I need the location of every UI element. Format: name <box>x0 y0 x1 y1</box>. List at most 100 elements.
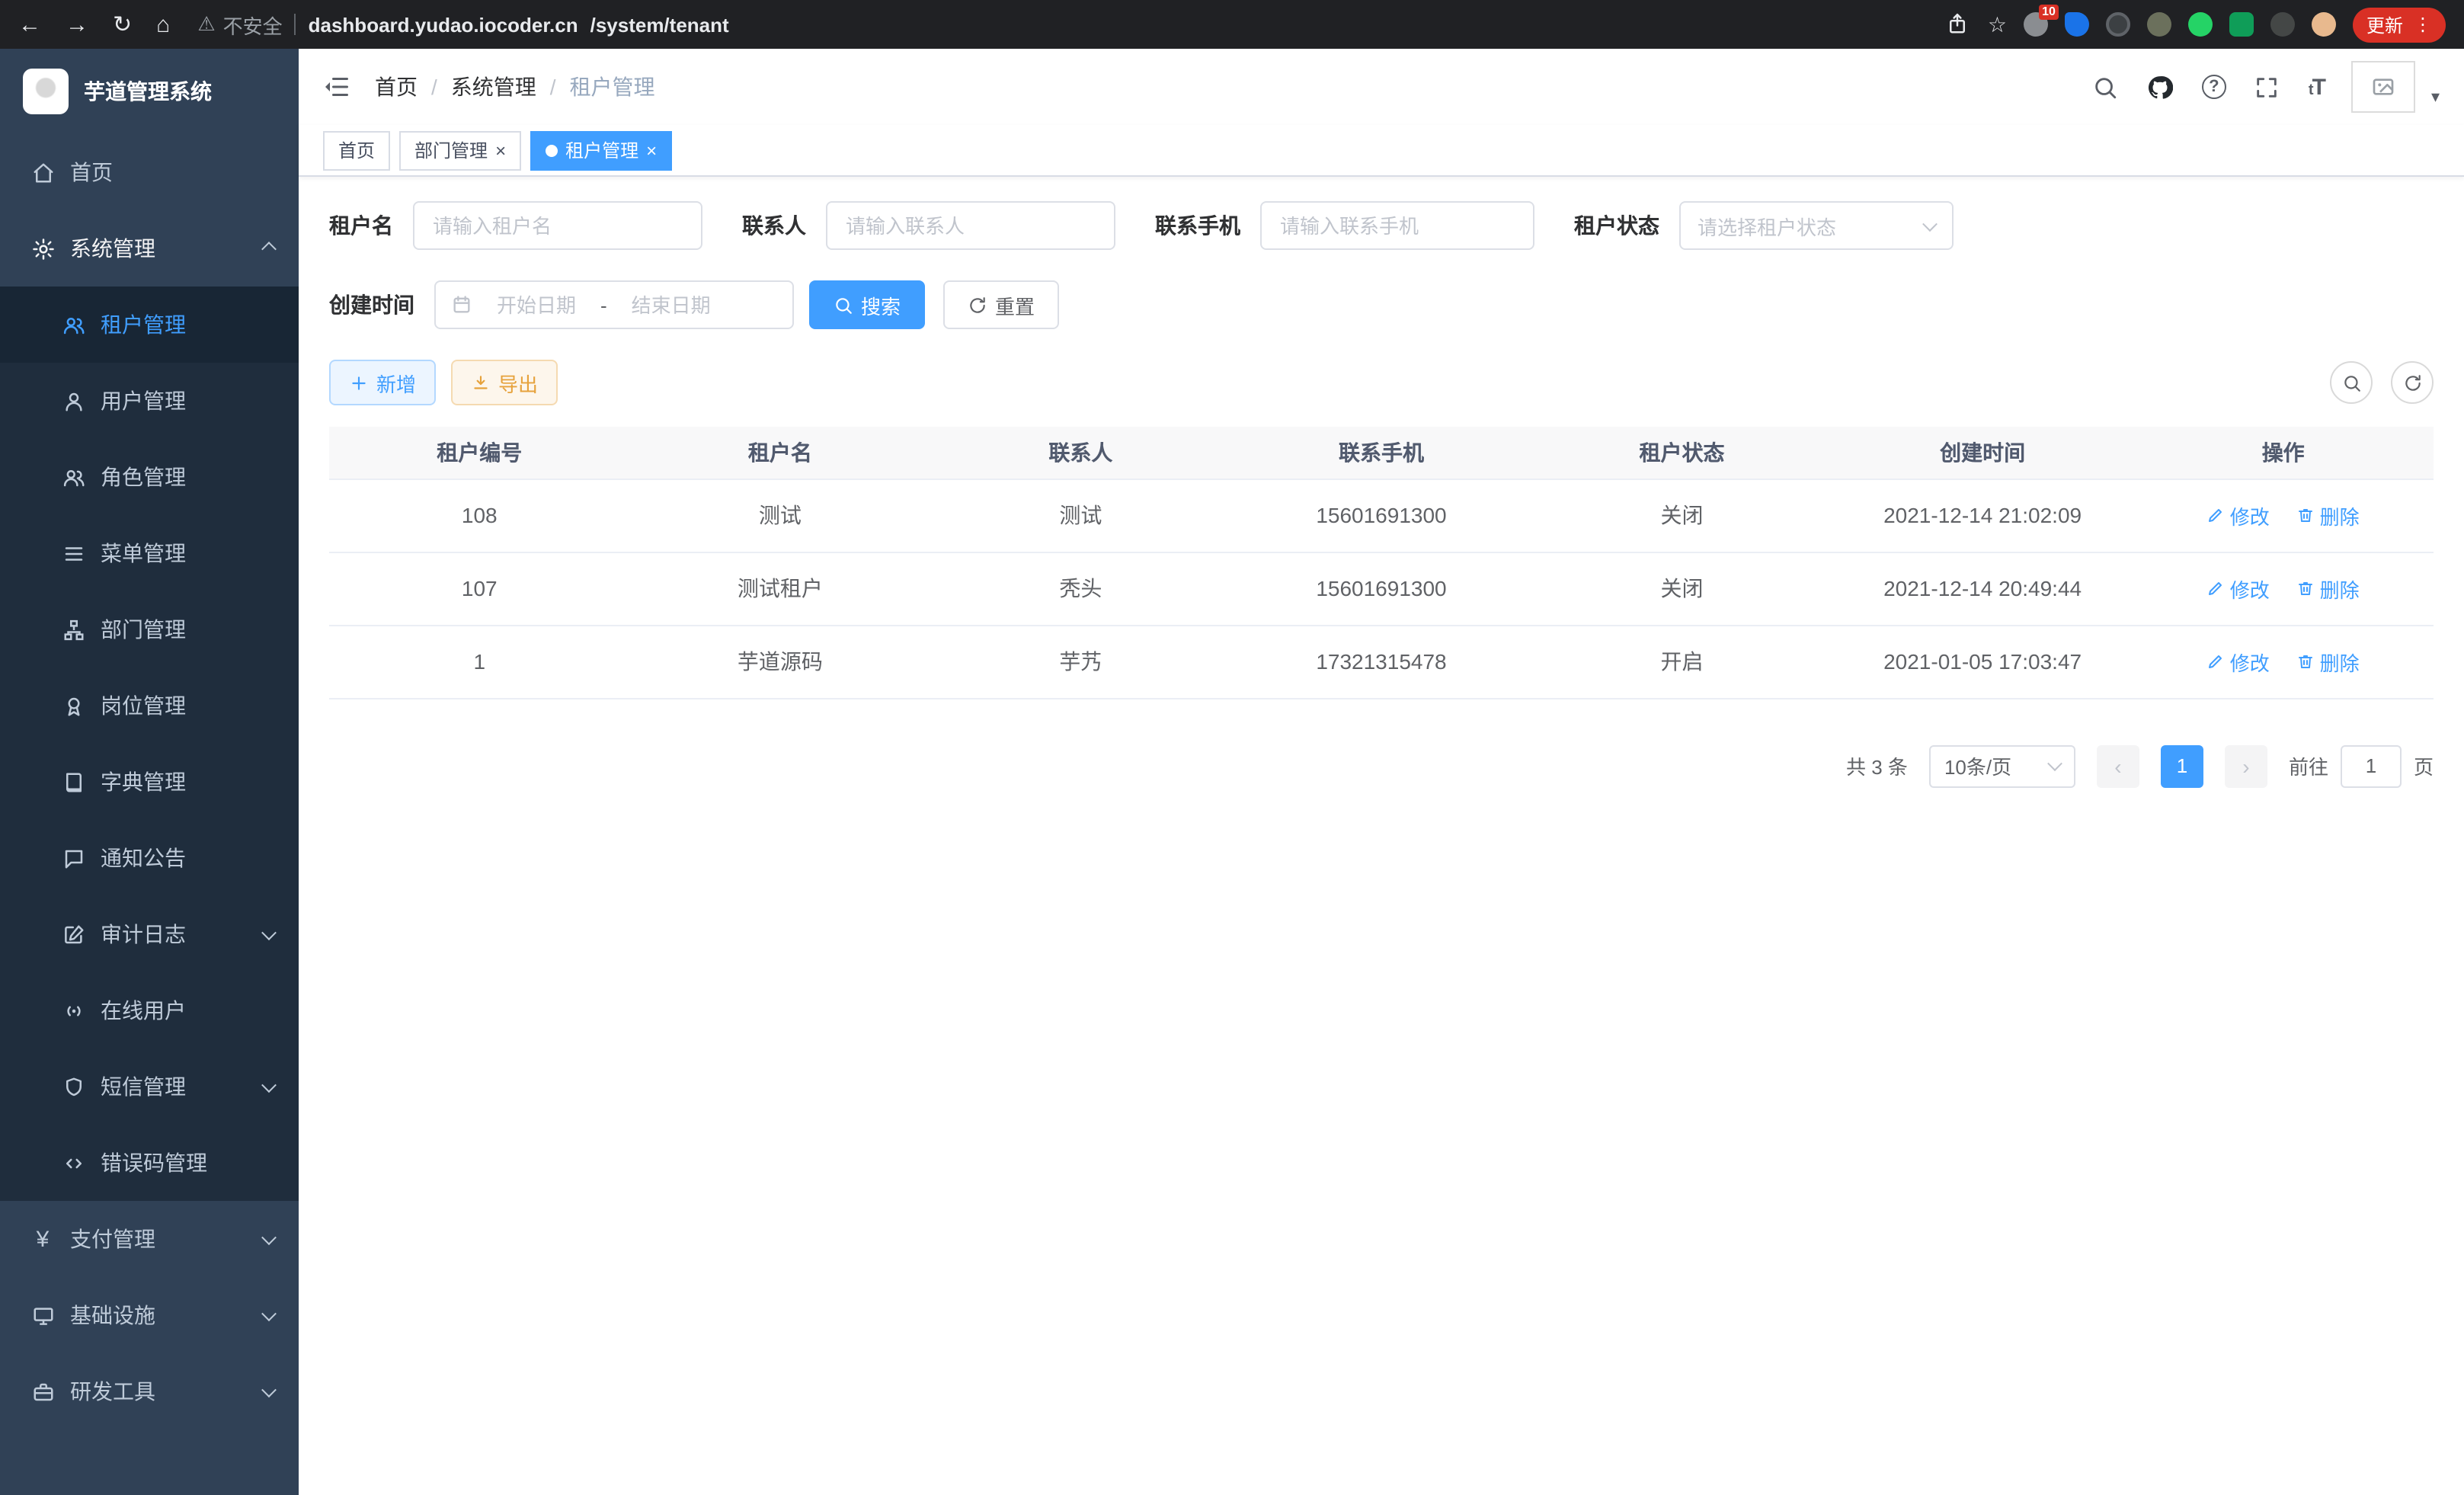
sidebar-item-system[interactable]: 系统管理 <box>0 210 299 287</box>
sidebar-item-audit-log[interactable]: 审计日志 <box>0 896 299 972</box>
goto-page-input[interactable] <box>2341 744 2402 787</box>
add-button[interactable]: 新增 <box>329 360 436 405</box>
extension-icon-3[interactable] <box>2106 12 2130 37</box>
security-label[interactable]: 不安全 <box>223 10 283 39</box>
sidebar-item-dict[interactable]: 字典管理 <box>0 744 299 820</box>
sidebar-item-error-code[interactable]: 错误码管理 <box>0 1125 299 1201</box>
browser-reload-icon[interactable]: ↻ <box>113 11 132 38</box>
share-icon[interactable] <box>1947 12 1971 37</box>
bookmark-star-icon[interactable]: ☆ <box>1988 11 2007 37</box>
book-icon <box>61 770 85 794</box>
sidebar-item-post[interactable]: 岗位管理 <box>0 667 299 744</box>
tags-view-bar: 首页 部门管理 × 租户管理 × <box>299 125 2464 177</box>
table-row: 1 芋道源码 芋艿 17321315478 开启 2021-01-05 17:0… <box>329 625 2434 698</box>
chevron-down-icon <box>261 1381 277 1397</box>
phone-input[interactable] <box>1260 201 1534 250</box>
sidebar-item-payment[interactable]: ¥ 支付管理 <box>0 1201 299 1277</box>
extension-icon-8[interactable] <box>2312 12 2336 37</box>
browser-update-button[interactable]: 更新 ⋮ <box>2353 7 2446 42</box>
contact-input[interactable] <box>826 201 1115 250</box>
delete-link[interactable]: 删除 <box>2297 501 2360 530</box>
status-select[interactable]: 请选择租户状态 <box>1679 201 1954 250</box>
sidebar-item-role[interactable]: 角色管理 <box>0 439 299 515</box>
search-icon <box>2341 373 2361 392</box>
breadcrumb-system[interactable]: 系统管理 <box>451 72 536 102</box>
sidebar-item-menu[interactable]: 菜单管理 <box>0 515 299 591</box>
sidebar: 芋道管理系统 首页 系统管理 租户管理 用户管理 <box>0 49 299 1495</box>
breadcrumb: 首页 / 系统管理 / 租户管理 <box>375 72 655 102</box>
browser-back-icon[interactable]: ← <box>18 11 41 37</box>
help-icon[interactable]: ? <box>2202 75 2226 99</box>
browser-menu-dots-icon[interactable]: ⋮ <box>2414 14 2432 35</box>
sidebar-item-user[interactable]: 用户管理 <box>0 363 299 439</box>
page-size-select[interactable]: 10条/页 <box>1929 744 2075 787</box>
page-number-1[interactable]: 1 <box>2161 744 2203 787</box>
tenant-name-label: 租户名 <box>329 210 393 241</box>
github-icon[interactable] <box>2147 73 2174 101</box>
sidebar-item-home[interactable]: 首页 <box>0 134 299 210</box>
tab-tenant[interactable]: 租户管理 × <box>530 130 672 170</box>
date-range-picker[interactable]: - <box>434 280 794 329</box>
extension-icon-4[interactable] <box>2147 12 2171 37</box>
reset-button[interactable]: 重置 <box>943 280 1059 329</box>
avatar[interactable] <box>2352 61 2416 113</box>
extension-badge: 10 <box>2039 5 2059 20</box>
sidebar-fold-icon[interactable] <box>323 73 350 101</box>
sidebar-item-infrastructure[interactable]: 基础设施 <box>0 1277 299 1353</box>
sidebar-item-dev-tools[interactable]: 研发工具 <box>0 1353 299 1429</box>
browser-chrome: ← → ↻ ⌂ ⚠ 不安全 dashboard.yudao.iocoder.cn… <box>0 0 2464 49</box>
sidebar-item-tenant[interactable]: 租户管理 <box>0 287 299 363</box>
refresh-table-button[interactable] <box>2391 361 2434 404</box>
extension-icon-6[interactable] <box>2229 12 2254 37</box>
download-icon <box>471 373 491 392</box>
message-icon <box>61 846 85 870</box>
menu-list-icon <box>61 541 85 565</box>
browser-home-icon[interactable]: ⌂ <box>156 11 170 37</box>
toggle-search-button[interactable] <box>2330 361 2373 404</box>
prev-page-button[interactable]: ‹ <box>2097 744 2139 787</box>
font-size-icon[interactable]: tT <box>2309 74 2325 100</box>
tab-dept[interactable]: 部门管理 × <box>399 130 521 170</box>
user-icon <box>61 389 85 413</box>
delete-link[interactable]: 删除 <box>2297 647 2360 676</box>
role-users-icon <box>61 465 85 489</box>
browser-forward-icon[interactable]: → <box>66 11 88 37</box>
tenant-name-input[interactable] <box>413 201 702 250</box>
url-domain[interactable]: dashboard.yudao.iocoder.cn <box>309 13 578 36</box>
url-path[interactable]: /system/tenant <box>590 13 729 36</box>
badge-icon <box>61 693 85 718</box>
sidebar-item-sms[interactable]: 短信管理 <box>0 1048 299 1125</box>
breadcrumb-home[interactable]: 首页 <box>375 72 418 102</box>
sidebar-logo[interactable]: 芋道管理系统 <box>0 49 299 134</box>
close-icon[interactable]: × <box>495 141 506 159</box>
breadcrumb-current: 租户管理 <box>570 72 655 102</box>
pagination-total: 共 3 条 <box>1846 751 1908 780</box>
close-icon[interactable]: × <box>646 141 657 159</box>
export-button[interactable]: 导出 <box>451 360 558 405</box>
search-button[interactable]: 搜索 <box>809 280 925 329</box>
edit-link[interactable]: 修改 <box>2207 574 2270 603</box>
avatar-caret-icon[interactable]: ▾ <box>2431 87 2440 113</box>
create-time-label: 创建时间 <box>329 290 414 320</box>
code-icon <box>61 1151 85 1175</box>
edit-link[interactable]: 修改 <box>2207 647 2270 676</box>
extension-icon-7[interactable] <box>2270 12 2295 37</box>
chevron-down-icon <box>2047 756 2062 771</box>
chevron-down-icon <box>1922 216 1938 231</box>
extension-icon-2[interactable] <box>2065 12 2089 37</box>
next-page-button[interactable]: › <box>2225 744 2267 787</box>
extension-icon-5[interactable] <box>2188 12 2213 37</box>
fullscreen-icon[interactable] <box>2254 73 2281 101</box>
sidebar-item-notice[interactable]: 通知公告 <box>0 820 299 896</box>
search-icon[interactable] <box>2092 73 2120 101</box>
tab-home[interactable]: 首页 <box>323 130 390 170</box>
delete-link[interactable]: 删除 <box>2297 574 2360 603</box>
date-end-input[interactable] <box>616 293 726 316</box>
address-bar[interactable]: ⚠ 不安全 dashboard.yudao.iocoder.cn/system/… <box>197 10 1947 39</box>
date-start-input[interactable] <box>482 293 591 316</box>
sidebar-item-dept[interactable]: 部门管理 <box>0 591 299 667</box>
edit-link[interactable]: 修改 <box>2207 501 2270 530</box>
table-header-row: 租户编号 租户名 联系人 联系手机 租户状态 创建时间 操作 <box>329 427 2434 479</box>
sidebar-item-online-user[interactable]: 在线用户 <box>0 972 299 1048</box>
extension-icon-1[interactable]: 10 <box>2024 12 2048 37</box>
